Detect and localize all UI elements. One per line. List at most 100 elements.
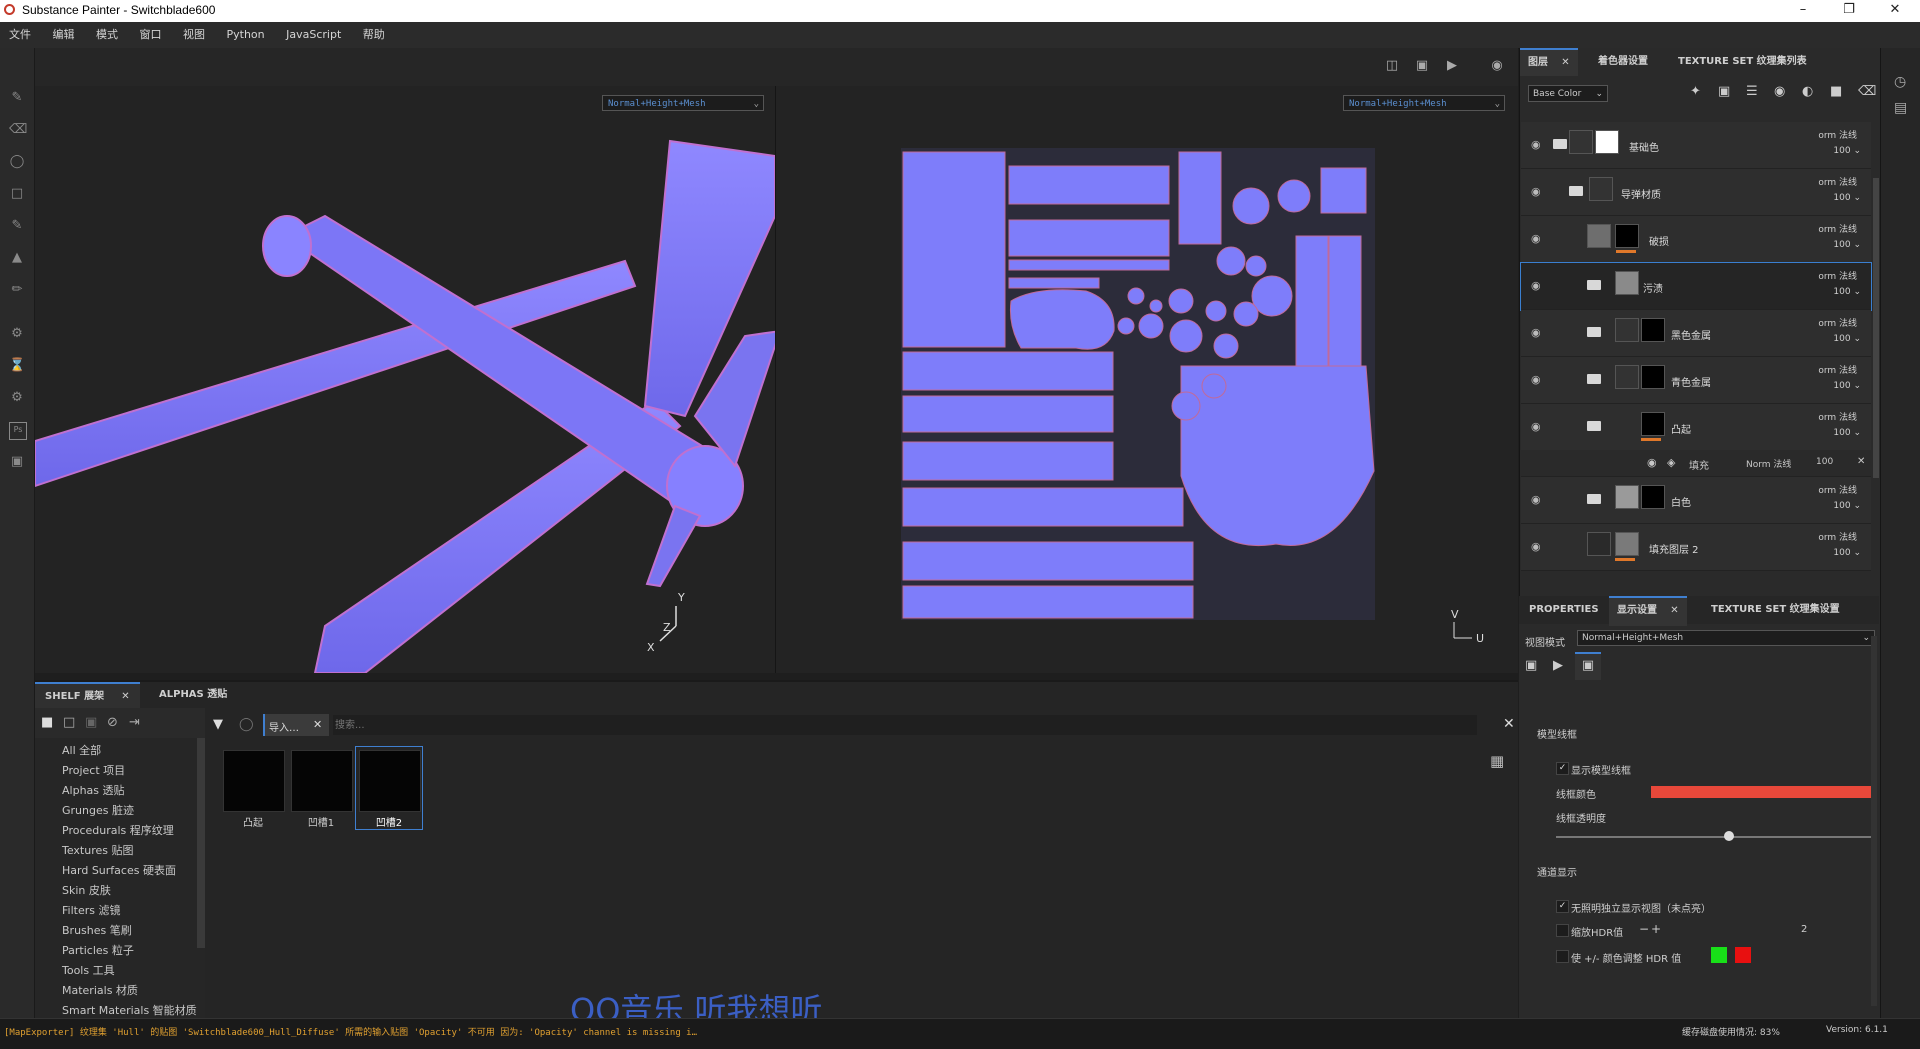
menu-mode[interactable]: 模式 (87, 22, 127, 48)
tab-shelf[interactable]: SHELF 展架 ✕ (35, 682, 140, 710)
hdr-plus-color-swatch[interactable] (1711, 947, 1727, 963)
filter-icon[interactable]: ▼ (213, 717, 223, 732)
tab-shader-settings[interactable]: 着色器设置 (1590, 48, 1656, 76)
eye-icon[interactable]: ◉ (1531, 279, 1545, 292)
shelf-thumb-bump[interactable] (223, 750, 285, 812)
layer-blend-mode[interactable]: orm 法线 (1818, 222, 1857, 235)
image-icon[interactable]: ▣ (1525, 658, 1537, 673)
menu-edit[interactable]: 编辑 (44, 22, 84, 48)
history-icon[interactable]: ◷ (1894, 74, 1906, 90)
category-project[interactable]: Project 项目 (62, 762, 125, 778)
eye-icon[interactable]: ◉ (1531, 232, 1545, 245)
save-icon[interactable]: ▣ (85, 715, 97, 730)
delete-layer-icon[interactable]: ⌫ (1858, 84, 1876, 99)
layer-row-selected[interactable]: ◉ 污渍 orm 法线 100 ⌄ (1520, 262, 1872, 311)
menu-javascript[interactable]: JavaScript (277, 22, 350, 48)
clear-search-icon[interactable]: ✕ (1503, 716, 1515, 732)
color-picker-icon[interactable]: ✏ (9, 282, 25, 298)
layer-row[interactable]: ◉ 白色 orm 法线 100 ⌄ (1521, 477, 1871, 524)
gear-icon[interactable]: ⚙ (9, 390, 25, 406)
close-icon[interactable]: ✕ (313, 718, 322, 731)
maximize-button[interactable]: ❐ (1826, 0, 1872, 22)
add-mask-icon[interactable]: ◐ (1802, 84, 1813, 99)
layer-row[interactable]: ◉ 青色金属 orm 法线 100 ⌄ (1521, 357, 1871, 404)
tab-alphas[interactable]: ALPHAS 透贴 (149, 682, 237, 708)
layer-scrollbar[interactable] (1873, 178, 1879, 478)
category-textures[interactable]: Textures 贴图 (62, 842, 134, 858)
category-scrollbar[interactable] (197, 738, 205, 948)
bake-icon[interactable]: ⌛ (9, 358, 25, 374)
layer-blend-mode[interactable]: orm 法线 (1818, 269, 1857, 282)
screenshot-camera-icon[interactable]: ◉ (1487, 58, 1507, 76)
import-icon[interactable]: ⇥ (129, 715, 140, 730)
close-button[interactable]: ✕ (1872, 0, 1918, 22)
layer-opacity[interactable]: 100 ⌄ (1833, 548, 1861, 558)
eye-icon[interactable]: ◉ (1531, 493, 1545, 506)
layer-blend-mode[interactable]: orm 法线 (1818, 530, 1857, 543)
settings-icon[interactable]: ⚙ (9, 326, 25, 342)
category-hard-surfaces[interactable]: Hard Surfaces 硬表面 (62, 862, 176, 878)
hdr-increase-button[interactable]: + (1651, 922, 1661, 936)
view-mode-select[interactable]: Normal+Height+Mesh ⌄ (1577, 630, 1875, 646)
cube-icon[interactable]: ▣ (1412, 58, 1432, 76)
layer-row[interactable]: ◉ 填充图层 2 orm 法线 100 ⌄ (1521, 524, 1871, 571)
clone-stamp-icon[interactable]: ▲ (9, 250, 25, 266)
minimize-button[interactable]: – (1780, 0, 1826, 22)
add-folder-icon[interactable]: ■ (1830, 84, 1842, 99)
channel-select[interactable]: Base Color ⌄ (1528, 85, 1608, 102)
hide-icon[interactable]: ⊘ (107, 715, 118, 730)
tab-layers[interactable]: 图层 ✕ (1520, 48, 1578, 78)
layer-row[interactable]: ◉ 导弹材质 orm 法线 100 ⌄ (1521, 169, 1871, 216)
eye-icon[interactable]: ◉ (1531, 326, 1545, 339)
eraser-icon[interactable]: ⌫ (9, 122, 27, 138)
menu-file[interactable]: 文件 (0, 22, 40, 48)
shelf-search-input[interactable] (333, 715, 1477, 735)
layer-blend-mode[interactable]: orm 法线 (1818, 175, 1857, 188)
fill-sublayer-blend[interactable]: Norm 法线 (1746, 457, 1791, 470)
add-effect-icon[interactable]: ▣ (1718, 84, 1730, 99)
category-all[interactable]: All 全部 (62, 742, 101, 758)
projection-icon[interactable]: ◯ (9, 154, 25, 170)
fill-sublayer[interactable]: ◉ ◈ 填充 Norm 法线 100 ✕ (1521, 450, 1871, 476)
wire-color-swatch[interactable] (1651, 786, 1871, 798)
camera-video-icon[interactable]: ▶ (1553, 658, 1563, 673)
layer-row[interactable]: ◉ 黑色金属 orm 法线 100 ⌄ (1521, 310, 1871, 357)
category-smart-materials[interactable]: Smart Materials 智能材质 (62, 1002, 197, 1018)
menu-python[interactable]: Python (218, 22, 274, 48)
category-materials[interactable]: Materials 材质 (62, 982, 138, 998)
layer-blend-mode[interactable]: orm 法线 (1818, 410, 1857, 423)
eye-icon[interactable]: ◉ (1531, 138, 1545, 151)
tab-texture-set-settings[interactable]: TEXTURE SET 纹理集设置 (1703, 596, 1848, 624)
menu-help[interactable]: 帮助 (354, 22, 394, 48)
viewport-2d[interactable]: Normal+Height+Mesh ⌄ V U (776, 86, 1518, 673)
category-procedurals[interactable]: Procedurals 程序纹理 (62, 822, 174, 838)
layer-row[interactable]: ◉ 破损 orm 法线 100 ⌄ (1521, 216, 1871, 263)
polygon-fill-icon[interactable]: □ (9, 186, 25, 202)
category-brushes[interactable]: Brushes 笔刷 (62, 922, 132, 938)
category-grunges[interactable]: Grunges 脏迹 (62, 802, 134, 818)
hdr-minus-color-swatch[interactable] (1735, 947, 1751, 963)
smudge-icon[interactable]: ✎ (9, 218, 25, 234)
layer-opacity[interactable]: 100 ⌄ (1833, 428, 1861, 438)
layer-opacity[interactable]: 100 ⌄ (1833, 240, 1861, 250)
layer-row[interactable]: ◉ 基础色 orm 法线 100 ⌄ (1521, 122, 1871, 169)
close-icon[interactable]: ✕ (121, 691, 129, 702)
close-icon[interactable]: ✕ (1857, 456, 1865, 467)
add-layer-icon[interactable]: ☰ (1746, 84, 1758, 99)
layer-opacity[interactable]: 100 ⌄ (1833, 501, 1861, 511)
hdr-decrease-button[interactable]: − (1639, 922, 1649, 936)
tab-display-settings[interactable]: 显示设置 ✕ (1609, 596, 1687, 626)
hdr-scale-checkbox[interactable] (1556, 924, 1569, 937)
category-tools[interactable]: Tools 工具 (62, 962, 115, 978)
refresh-icon[interactable]: ◯ (239, 717, 254, 732)
layer-opacity[interactable]: 100 ⌄ (1833, 381, 1861, 391)
grid-view-icon[interactable]: ▦ (1490, 752, 1504, 770)
category-filters[interactable]: Filters 滤镜 (62, 902, 120, 918)
shelf-thumb-groove2[interactable] (359, 750, 421, 812)
layer-opacity[interactable]: 100 ⌄ (1833, 334, 1861, 344)
tab-texture-set-list[interactable]: TEXTURE SET 纹理集列表 (1670, 48, 1815, 76)
photoshop-icon[interactable]: Ps (9, 422, 27, 440)
viewport-3d[interactable]: Normal+Height+Mesh ⌄ Y Z X (35, 86, 775, 673)
layer-blend-mode[interactable]: orm 法线 (1818, 483, 1857, 496)
unlit-checkbox[interactable]: ✓ (1556, 900, 1569, 913)
